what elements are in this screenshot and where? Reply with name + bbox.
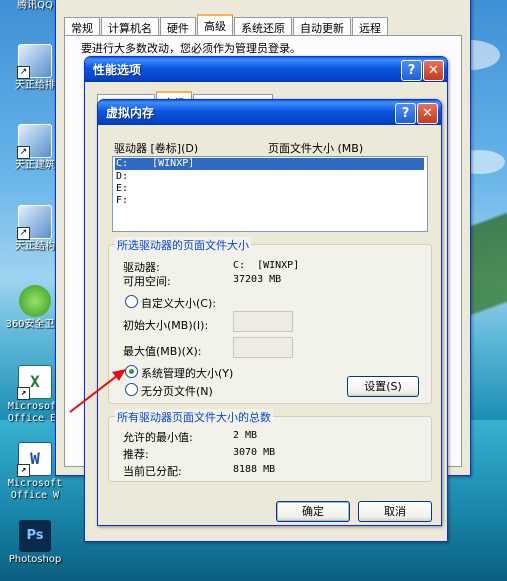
annotation-arrow — [69, 369, 126, 413]
annotation-arrow-shaft — [69, 371, 123, 413]
